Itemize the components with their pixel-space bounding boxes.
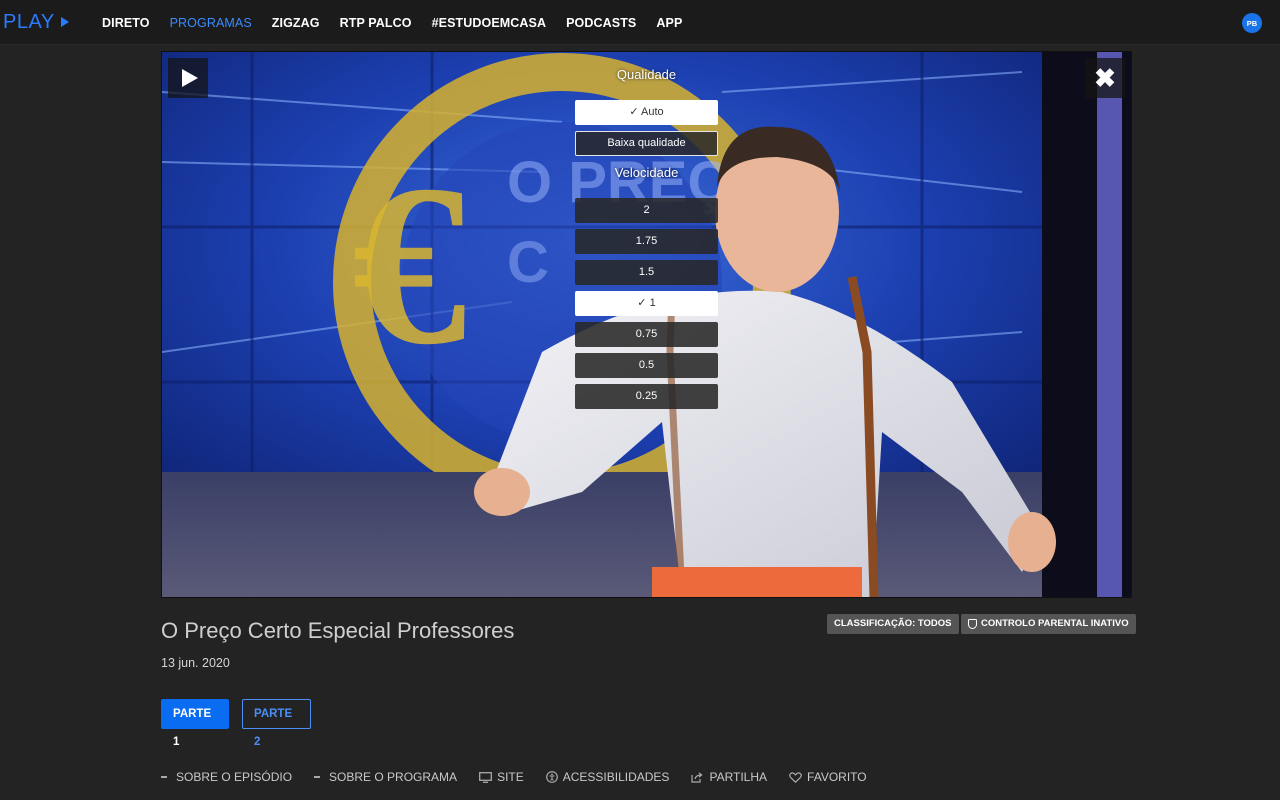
nav-item-direto[interactable]: DIRETO xyxy=(102,16,150,30)
speed-option-2[interactable]: 2 xyxy=(575,198,718,223)
svg-text:C: C xyxy=(507,230,549,295)
speed-option-0-5[interactable]: 0.5 xyxy=(575,353,718,378)
speed-option-1[interactable]: ✓ 1 xyxy=(575,291,718,316)
quality-options: ✓ Auto Baixa qualidade xyxy=(575,100,718,156)
quality-option-low[interactable]: Baixa qualidade xyxy=(575,131,718,156)
monitor-icon xyxy=(479,771,493,783)
nav-item-estudoemcasa[interactable]: #ESTUDOEMCASA xyxy=(432,16,547,30)
nav-item-podcasts[interactable]: PODCASTS xyxy=(566,16,636,30)
episode-actions: SOBRE O EPISÓDIO SOBRE O PROGRAMA SITE A… xyxy=(161,768,889,786)
part-2-button[interactable]: PARTE 2 xyxy=(242,699,311,748)
nav-item-programas[interactable]: PROGRAMAS xyxy=(170,16,252,30)
speed-option-1-75[interactable]: 1.75 xyxy=(575,229,718,254)
nav-item-rtp-palco[interactable]: RTP PALCO xyxy=(340,16,412,30)
accessibility-label: ACESSIBILIDADES xyxy=(562,770,670,784)
shield-icon xyxy=(968,619,977,629)
parental-control-badge[interactable]: CONTROLO PARENTAL INATIVO xyxy=(961,614,1136,634)
site-label: SITE xyxy=(497,770,524,784)
play-icon xyxy=(181,69,198,87)
logo-play-icon xyxy=(60,17,69,27)
user-avatar[interactable]: PB xyxy=(1242,13,1262,33)
accessibility-link[interactable]: ACESSIBILIDADES xyxy=(545,770,670,784)
list-icon xyxy=(161,774,171,779)
part-1-button[interactable]: PARTE 1 xyxy=(161,699,229,748)
site-link[interactable]: SITE xyxy=(479,770,524,784)
speed-option-0-25[interactable]: 0.25 xyxy=(575,384,718,409)
nav-item-zigzag[interactable]: ZIGZAG xyxy=(272,16,320,30)
about-program-label: SOBRE O PROGRAMA xyxy=(329,770,458,784)
share-icon xyxy=(691,771,704,783)
episode-title: O Preço Certo Especial Professores xyxy=(161,618,515,643)
speed-option-0-75[interactable]: 0.75 xyxy=(575,322,718,347)
parental-control-label: CONTROLO PARENTAL INATIVO xyxy=(981,618,1129,629)
quality-option-auto[interactable]: ✓ Auto xyxy=(575,100,718,125)
favorite-label: FAVORITO xyxy=(807,770,867,784)
list-icon xyxy=(314,774,324,779)
classification-badge-label: CLASSIFICAÇÃO: TODOS xyxy=(834,618,952,629)
favorite-link[interactable]: FAVORITO xyxy=(789,770,867,784)
about-episode-link[interactable]: SOBRE O EPISÓDIO xyxy=(161,770,292,784)
classification-badge: CLASSIFICAÇÃO: TODOS xyxy=(827,614,959,634)
video-player[interactable]: € O PREÇ C ✖ Qualidade ✓ Auto Baixa qual… xyxy=(161,51,1132,598)
quality-title: Qualidade xyxy=(616,67,677,82)
speed-options: 2 1.75 1.5 ✓ 1 0.75 0.5 0.25 xyxy=(575,198,718,409)
main-nav: DIRETO PROGRAMAS ZIGZAG RTP PALCO #ESTUD… xyxy=(102,0,702,45)
close-button[interactable]: ✖ xyxy=(1085,58,1125,98)
heart-icon xyxy=(789,771,802,783)
svg-text:€: € xyxy=(352,137,467,392)
share-label: PARTILHA xyxy=(709,770,768,784)
nav-item-app[interactable]: APP xyxy=(656,16,682,30)
play-button[interactable] xyxy=(168,58,208,98)
about-episode-label: SOBRE O EPISÓDIO xyxy=(176,770,293,784)
episode-date: 13 jun. 2020 xyxy=(161,656,230,670)
share-link[interactable]: PARTILHA xyxy=(691,770,767,784)
logo-text: PLAY xyxy=(3,10,55,33)
speed-option-1-5[interactable]: 1.5 xyxy=(575,260,718,285)
player-settings-panel: Qualidade ✓ Auto Baixa qualidade Velocid… xyxy=(575,64,718,409)
speed-title: Velocidade xyxy=(614,165,679,180)
about-program-link[interactable]: SOBRE O PROGRAMA xyxy=(314,770,457,784)
rtp-play-logo[interactable]: PLAY xyxy=(3,10,69,34)
top-navigation-bar: PLAY DIRETO PROGRAMAS ZIGZAG RTP PALCO #… xyxy=(0,0,1280,45)
close-icon: ✖ xyxy=(1094,62,1116,93)
accessibility-icon xyxy=(545,771,558,783)
